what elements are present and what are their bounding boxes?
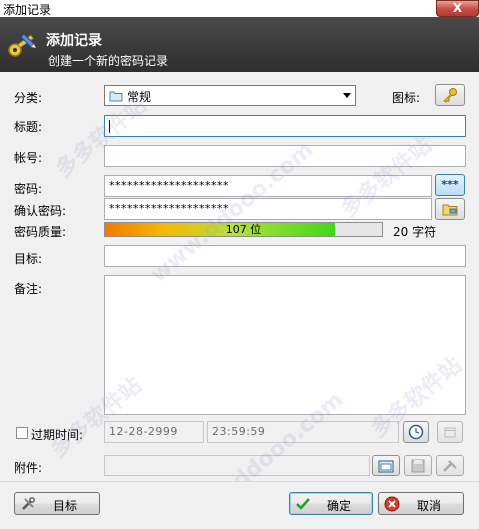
close-icon: X — [452, 1, 463, 15]
banner-subtitle: 创建一个新的密码记录 — [48, 54, 169, 68]
quality-bits: 107 位 — [225, 223, 262, 236]
account-input[interactable] — [104, 145, 466, 167]
key-pencil-icon — [8, 33, 36, 57]
confirm-password-input[interactable]: ******************** — [104, 198, 432, 220]
password-value: ******************** — [109, 179, 229, 192]
expire-preset-button[interactable] — [403, 421, 429, 443]
target-label: 目标: — [14, 252, 43, 266]
confirm-password-value: ******************** — [109, 202, 229, 215]
password-quality-bar: 107 位 — [104, 222, 383, 237]
confirm-password-label: 确认密码: — [14, 204, 67, 218]
expire-checkbox[interactable] — [16, 427, 28, 439]
folder-icon — [109, 91, 123, 102]
account-label: 帐号: — [14, 151, 43, 165]
notes-textarea[interactable] — [104, 275, 466, 415]
cancel-button[interactable]: 取消 — [378, 492, 464, 515]
password-generator-icon — [442, 204, 458, 216]
expire-date-input[interactable]: 12-28-2999 — [104, 421, 204, 443]
banner-title: 添加记录 — [46, 33, 102, 49]
window-title: 添加记录 — [3, 3, 52, 17]
notes-label: 备注: — [14, 282, 43, 296]
expire-label: 过期时间: — [31, 428, 84, 442]
expire-calendar-button[interactable] — [437, 421, 463, 443]
dialog-footer: 目标 确定 取消 — [0, 481, 479, 529]
open-folder-icon — [378, 460, 394, 472]
category-value: 常规 — [127, 90, 152, 104]
attachment-label: 附件: — [14, 461, 43, 475]
save-attachment-button[interactable] — [404, 455, 432, 476]
calendar-icon — [444, 427, 456, 438]
key-icon — [443, 88, 457, 103]
clock-icon — [408, 424, 424, 440]
target-button-label: 目标 — [52, 499, 77, 513]
quality-char-count: 20 字符 — [393, 225, 437, 239]
quality-label: 密码质量: — [14, 225, 67, 239]
title-input[interactable] — [104, 115, 466, 137]
show-password-button[interactable]: *** — [435, 174, 465, 196]
text-caret — [109, 120, 110, 133]
target-button[interactable]: 目标 — [14, 492, 100, 515]
icon-picker-button[interactable] — [435, 84, 465, 106]
disk-icon — [411, 459, 425, 472]
title-label: 标题: — [14, 120, 43, 134]
category-select[interactable]: 常规 — [104, 85, 356, 106]
window-titlebar: 添加记录 X — [0, 0, 479, 17]
password-label: 密码: — [14, 182, 43, 196]
attachment-input[interactable] — [104, 455, 370, 476]
chevron-down-icon — [343, 93, 351, 98]
generate-password-button[interactable] — [435, 198, 465, 220]
dialog-banner: 添加记录 创建一个新的密码记录 — [0, 17, 479, 72]
expire-time-input[interactable]: 23:59:59 — [207, 421, 399, 443]
delete-tool-icon — [443, 459, 457, 472]
target-input[interactable] — [104, 245, 466, 267]
expire-time-value: 23:59:59 — [212, 425, 266, 438]
cancel-button-label: 取消 — [416, 499, 441, 513]
expire-date-value: 12-28-2999 — [109, 425, 178, 438]
remove-attachment-button[interactable] — [436, 455, 464, 476]
close-button[interactable]: X — [436, 0, 479, 17]
icon-label: 图标: — [392, 91, 421, 105]
password-input[interactable]: ******************** — [104, 175, 432, 197]
attach-file-button[interactable] — [372, 455, 400, 476]
ok-button-label: 确定 — [326, 499, 351, 513]
show-password-label: *** — [441, 178, 459, 191]
ok-button[interactable]: 确定 — [289, 492, 373, 515]
category-label: 分类: — [14, 91, 43, 105]
